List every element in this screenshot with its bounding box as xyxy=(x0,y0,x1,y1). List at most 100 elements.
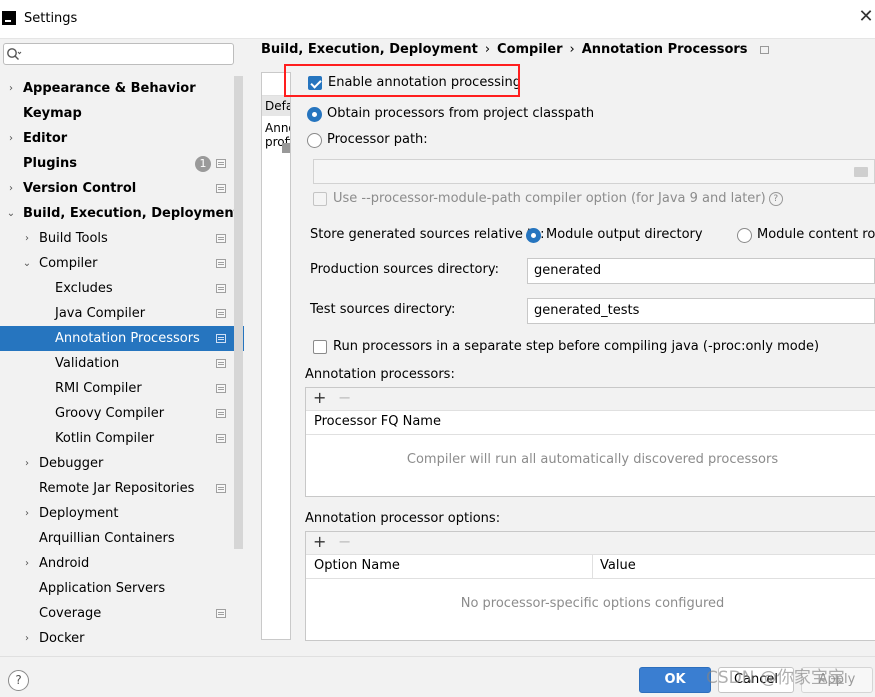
help-icon[interactable]: ? xyxy=(768,191,783,206)
sidebar-item[interactable]: › Docker xyxy=(0,626,244,651)
breadcrumb-item: Annotation Processors xyxy=(581,42,748,57)
remove-option-button[interactable]: − xyxy=(338,532,351,552)
search-input[interactable] xyxy=(3,43,234,65)
module-output-label: Module output directory xyxy=(546,227,703,242)
project-settings-icon xyxy=(216,309,226,318)
run-separate-label: Run processors in a separate step before… xyxy=(333,339,820,354)
chevron-right-icon[interactable]: › xyxy=(22,626,32,651)
breadcrumb-separator: › xyxy=(484,42,491,57)
sidebar-item-label: Arquillian Containers xyxy=(39,531,175,546)
sidebar-item[interactable]: Remote Jar Repositories xyxy=(0,476,244,501)
profiles-panel: Default Annotation profile xyxy=(261,72,291,640)
sidebar-item[interactable]: Coverage xyxy=(0,601,244,626)
sidebar-item[interactable]: Excludes xyxy=(0,276,244,301)
project-settings-icon xyxy=(216,184,226,193)
chevron-right-icon[interactable]: › xyxy=(22,501,32,526)
sidebar-item-label: Excludes xyxy=(55,281,113,296)
sidebar-scrollbar[interactable] xyxy=(234,76,243,549)
sidebar-item[interactable]: Validation xyxy=(0,351,244,376)
processor-path-radio[interactable] xyxy=(307,133,322,148)
project-settings-icon xyxy=(216,434,226,443)
module-output-radio[interactable] xyxy=(526,228,541,243)
sidebar-item[interactable]: ⌄ Compiler xyxy=(0,251,244,276)
remove-processor-button[interactable]: − xyxy=(338,388,351,408)
sidebar-item-label: Validation xyxy=(55,356,120,371)
plugins-update-badge: 1 xyxy=(195,156,211,172)
project-settings-icon xyxy=(216,484,226,493)
module-content-root-label: Module content root xyxy=(757,227,875,242)
sidebar-item[interactable]: ⌄ Build, Execution, Deployment xyxy=(0,201,244,226)
processor-path-field[interactable] xyxy=(313,159,875,184)
run-separate-checkbox[interactable] xyxy=(313,340,327,354)
sidebar-item-label: Debugger xyxy=(39,456,104,471)
folder-icon[interactable] xyxy=(854,167,868,177)
sidebar-item-label: Groovy Compiler xyxy=(55,406,165,421)
sidebar-item[interactable]: › Build Tools xyxy=(0,226,244,251)
options-empty-text: No processor-specific options configured xyxy=(460,596,725,611)
sidebar-item-label: Build Tools xyxy=(39,231,108,246)
sidebar-item-label: Build, Execution, Deployment xyxy=(23,206,240,221)
sidebar-item-label: Plugins xyxy=(23,156,77,171)
sidebar-item[interactable]: › Deployment xyxy=(0,501,244,526)
sidebar-item-label: Appearance & Behavior xyxy=(23,81,196,96)
module-path-checkbox[interactable] xyxy=(313,192,327,206)
processors-list: + − Processor FQ Name Compiler will run … xyxy=(305,387,875,497)
chevron-right-icon[interactable]: › xyxy=(6,176,16,201)
project-settings-icon xyxy=(216,609,226,618)
profiles-default-header[interactable]: Default xyxy=(262,96,290,116)
sidebar-item-label: Docker xyxy=(39,631,85,646)
window-title: Settings xyxy=(24,11,78,26)
sidebar-item-label: Version Control xyxy=(23,181,137,196)
sidebar-item[interactable]: Plugins 1 xyxy=(0,151,244,176)
watermark: CSDN @你家宝宝 xyxy=(706,668,845,688)
processor-name-column[interactable]: Processor FQ Name xyxy=(306,410,875,435)
sidebar-item[interactable]: › Debugger xyxy=(0,451,244,476)
sidebar-item[interactable]: › Editor xyxy=(0,126,244,151)
sidebar-item[interactable]: › Appearance & Behavior xyxy=(0,76,244,101)
highlight-box xyxy=(284,64,520,97)
chevron-down-icon[interactable]: ⌄ xyxy=(6,201,16,226)
sidebar-item-label: Coverage xyxy=(39,606,102,621)
sidebar-item[interactable]: RMI Compiler xyxy=(0,376,244,401)
sidebar-item-label: RMI Compiler xyxy=(55,381,142,396)
chevron-right-icon[interactable]: › xyxy=(22,551,32,576)
close-icon[interactable]: ✕ xyxy=(857,6,875,28)
chevron-right-icon[interactable]: › xyxy=(22,451,32,476)
search-icon xyxy=(7,48,22,60)
project-settings-icon xyxy=(759,45,769,54)
chevron-right-icon[interactable]: › xyxy=(6,76,16,101)
sidebar-item-label: Editor xyxy=(23,131,68,146)
add-processor-button[interactable]: + xyxy=(313,388,326,408)
sidebar-item[interactable]: › Version Control xyxy=(0,176,244,201)
sidebar-item[interactable]: › Android xyxy=(0,551,244,576)
sidebar-item[interactable]: Keymap xyxy=(0,101,244,126)
chevron-right-icon[interactable]: › xyxy=(6,126,16,151)
processor-path-label: Processor path: xyxy=(327,132,428,147)
breadcrumb-item[interactable]: Compiler xyxy=(497,42,562,57)
test-sources-input[interactable]: generated_tests xyxy=(527,298,875,324)
sidebar-item[interactable]: Groovy Compiler xyxy=(0,401,244,426)
options-toolbar: + − xyxy=(306,532,875,555)
sidebar-item[interactable]: Kotlin Compiler xyxy=(0,426,244,451)
sidebar-item[interactable]: Annotation Processors xyxy=(0,326,244,351)
processor-options-list: + − Option Name Value No processor-speci… xyxy=(305,531,875,641)
sidebar-item[interactable]: Application Servers xyxy=(0,576,244,601)
chevron-down-icon[interactable]: ⌄ xyxy=(22,251,32,276)
production-sources-input[interactable]: generated xyxy=(527,258,875,284)
breadcrumb-item[interactable]: Build, Execution, Deployment xyxy=(261,42,478,57)
project-settings-icon xyxy=(216,284,226,293)
sidebar-item-label: Android xyxy=(39,556,90,571)
add-option-button[interactable]: + xyxy=(313,532,326,552)
value-column[interactable]: Value xyxy=(600,554,636,578)
sidebar-item[interactable]: Arquillian Containers xyxy=(0,526,244,551)
sidebar-item-label: Remote Jar Repositories xyxy=(39,481,195,496)
sidebar-item[interactable]: Java Compiler xyxy=(0,301,244,326)
project-settings-icon xyxy=(216,334,226,343)
processor-options-title: Annotation processor options: xyxy=(305,511,501,526)
help-button[interactable]: ? xyxy=(8,670,29,691)
chevron-right-icon[interactable]: › xyxy=(22,226,32,251)
option-name-column[interactable]: Option Name xyxy=(314,554,400,578)
module-content-root-radio[interactable] xyxy=(737,228,752,243)
ok-button[interactable]: OK xyxy=(639,667,711,693)
obtain-classpath-radio[interactable] xyxy=(307,107,322,122)
